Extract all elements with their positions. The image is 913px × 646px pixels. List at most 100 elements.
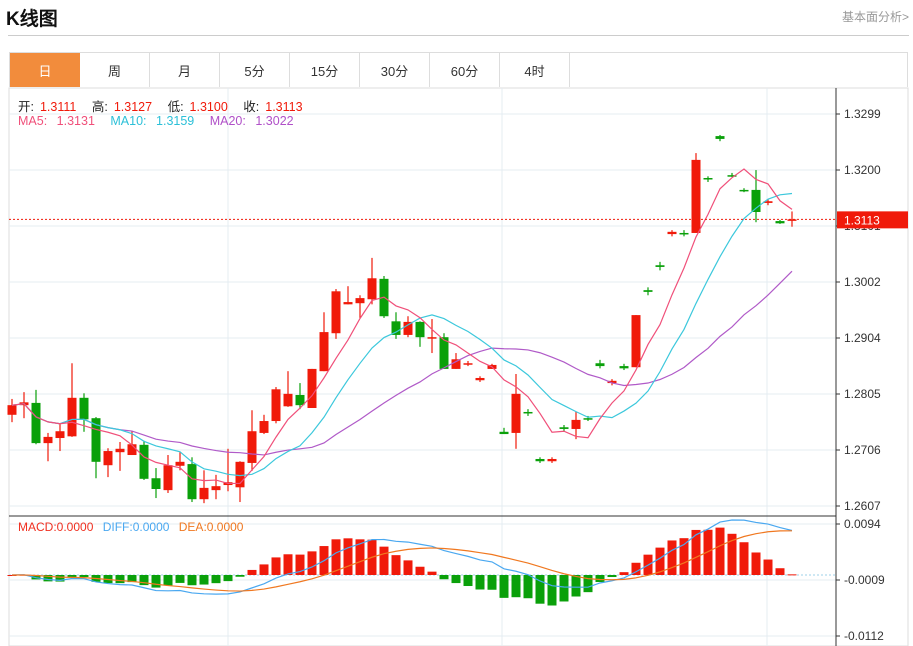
macd-value: MACD:0.0000 bbox=[18, 520, 94, 534]
candle-body bbox=[559, 427, 569, 429]
candle bbox=[319, 312, 329, 372]
macd-bar bbox=[247, 569, 257, 575]
macd-bar bbox=[571, 575, 581, 597]
candle bbox=[67, 363, 77, 437]
candle-body bbox=[355, 298, 365, 304]
candle bbox=[655, 261, 665, 271]
candle-body bbox=[475, 377, 485, 381]
macd-axis-label: -0.0009 bbox=[844, 573, 885, 587]
macd-bar bbox=[259, 564, 269, 575]
candle-body bbox=[151, 478, 161, 490]
candle bbox=[199, 470, 209, 504]
macd-bar bbox=[523, 575, 533, 599]
candle bbox=[151, 468, 161, 499]
candle-body bbox=[367, 278, 377, 300]
candle-body bbox=[67, 397, 77, 437]
candle-body bbox=[787, 219, 797, 221]
macd-bar bbox=[175, 575, 185, 583]
candle bbox=[115, 441, 125, 471]
macd-bar bbox=[211, 575, 221, 584]
candle bbox=[43, 432, 53, 462]
macd-bar bbox=[223, 575, 233, 582]
candle-body bbox=[715, 136, 725, 139]
candle-body bbox=[259, 421, 269, 433]
price-axis-label: 1.3002 bbox=[844, 275, 881, 289]
price-axis-label: 1.2607 bbox=[844, 499, 881, 513]
macd-bar bbox=[775, 568, 785, 575]
candle bbox=[235, 461, 245, 503]
high-value: 1.3127 bbox=[113, 100, 153, 114]
macd-axis-label: 0.0094 bbox=[844, 517, 881, 531]
candle bbox=[607, 379, 617, 386]
macd-bar bbox=[511, 575, 521, 598]
macd-bar bbox=[439, 575, 449, 580]
close-value: 1.3113 bbox=[265, 100, 303, 114]
macd-bar bbox=[451, 575, 461, 584]
macd-bar bbox=[415, 566, 425, 575]
candle bbox=[547, 457, 557, 463]
candle-body bbox=[571, 419, 581, 429]
candle-body bbox=[631, 315, 641, 368]
candle bbox=[679, 230, 689, 237]
candle-body bbox=[739, 189, 749, 192]
candle bbox=[787, 211, 797, 227]
price-axis-label: 1.3200 bbox=[844, 163, 881, 177]
macd-axis-label: -0.0112 bbox=[844, 629, 884, 643]
candle-body bbox=[415, 321, 425, 338]
candle bbox=[715, 134, 725, 142]
macd-bar bbox=[787, 574, 797, 576]
macd-bar bbox=[283, 554, 293, 575]
ohlc-info: 开: 1.3111 高: 1.3127 低: 1.3100 收: 1.3113 bbox=[18, 96, 315, 115]
candle-body bbox=[343, 302, 353, 305]
macd-bar bbox=[403, 560, 413, 575]
macd-bar bbox=[391, 555, 401, 575]
macd-bar bbox=[679, 538, 689, 575]
candle bbox=[619, 363, 629, 371]
candle bbox=[19, 392, 29, 419]
ma10-line bbox=[11, 192, 793, 477]
macd-bar bbox=[487, 575, 497, 590]
candle-body bbox=[43, 436, 53, 444]
price-axis-label: 1.2706 bbox=[844, 443, 881, 457]
candle bbox=[163, 455, 173, 493]
macd-bar bbox=[739, 542, 749, 575]
candle-body bbox=[247, 431, 257, 463]
current-price-label: 1.3113 bbox=[844, 213, 880, 227]
candle bbox=[643, 287, 653, 296]
candle-body bbox=[679, 232, 689, 235]
candle bbox=[283, 371, 293, 407]
ma-info: MA5: 1.3131 MA10: 1.3159 MA20: 1.3022 bbox=[18, 114, 306, 128]
dea-value: DEA:0.0000 bbox=[178, 520, 244, 534]
macd-bar bbox=[751, 552, 761, 575]
macd-bar bbox=[703, 529, 713, 575]
candle bbox=[751, 170, 761, 223]
candle-body bbox=[55, 431, 65, 439]
candle bbox=[247, 410, 257, 471]
ma20-value: 1.3022 bbox=[255, 114, 294, 128]
candle-body bbox=[619, 366, 629, 369]
candle bbox=[739, 188, 749, 193]
macd-info: MACD:0.0000 DIFF:0.0000 DEA:0.0000 bbox=[18, 520, 249, 534]
macd-bar bbox=[235, 575, 245, 577]
macd-bar bbox=[559, 575, 569, 602]
ma10-value: 1.3159 bbox=[156, 114, 195, 128]
candle bbox=[391, 312, 401, 339]
candle bbox=[559, 424, 569, 432]
macd-bar bbox=[463, 575, 473, 587]
macd-bar bbox=[199, 575, 209, 585]
macd-bar bbox=[427, 571, 437, 575]
price-axis-label: 1.2805 bbox=[844, 387, 881, 401]
candle-body bbox=[115, 448, 125, 453]
ma5-value: 1.3131 bbox=[56, 114, 95, 128]
macd-bar bbox=[607, 575, 617, 578]
macd-bar bbox=[79, 575, 89, 578]
candle bbox=[415, 321, 425, 347]
candle-body bbox=[271, 389, 281, 422]
high-label: 高: bbox=[91, 100, 108, 114]
candle-body bbox=[643, 290, 653, 292]
candle-body bbox=[283, 393, 293, 407]
macd-bar bbox=[307, 551, 317, 575]
candle bbox=[703, 176, 713, 182]
candle-body bbox=[175, 461, 185, 466]
candle-body bbox=[187, 464, 197, 500]
